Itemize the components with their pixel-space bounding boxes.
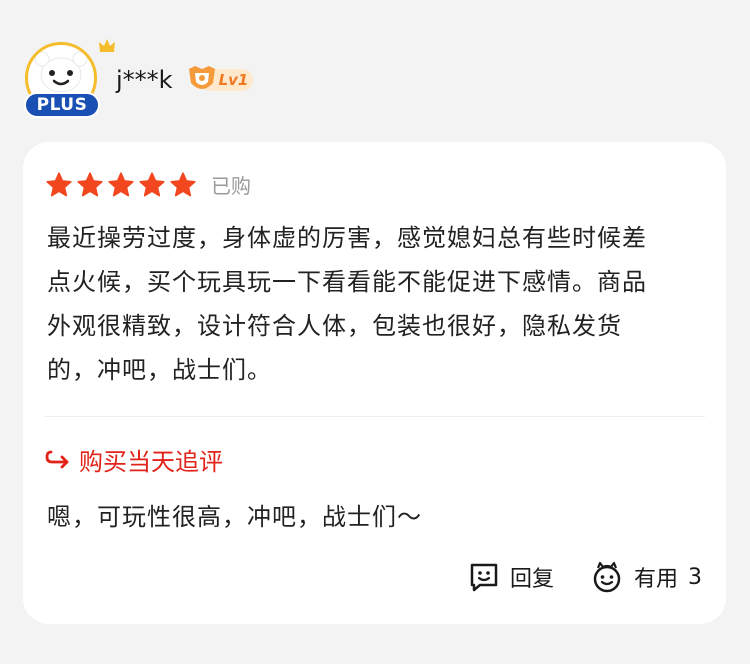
review-line: 外观很精致，设计符合人体，包装也很好，隐私发货 xyxy=(47,312,622,340)
review-line: 最近操劳过度，身体虚的厉害，感觉媳妇总有些时候差 xyxy=(47,224,647,252)
crown-icon xyxy=(99,39,115,52)
star-icon xyxy=(108,171,134,196)
review-line: 点火候，买个玩具玩一下看看能不能促进下感情。商品 xyxy=(47,268,647,296)
level-badge: Lv1 xyxy=(185,63,255,97)
review-page: PLUS j***k Lv1 已购 最近操劳过度，身体虚的厉害，感觉媳妇总有些时… xyxy=(0,0,750,664)
followup-body: 嗯，可玩性很高，冲吧，战士们～ xyxy=(47,503,422,531)
followup-title: 购买当天追评 xyxy=(45,442,223,477)
thumbs-smile-icon xyxy=(593,561,621,593)
review-body: 最近操劳过度，身体虚的厉害，感觉媳妇总有些时候差 点火候，买个玩具玩一下看看能不… xyxy=(47,216,707,392)
useful-label: 有用 xyxy=(633,567,678,592)
username[interactable]: j***k xyxy=(116,66,173,94)
star-icon xyxy=(46,171,72,196)
star-icon xyxy=(170,171,196,196)
avatar[interactable]: PLUS xyxy=(22,39,115,120)
reviewer-header: PLUS j***k Lv1 xyxy=(22,39,255,120)
purchased-label: 已购 xyxy=(211,174,251,198)
followup-title-text: 购买当天追评 xyxy=(79,448,223,476)
review-actions: 回复 有用 3 xyxy=(468,560,702,594)
plus-membership-badge: PLUS xyxy=(24,92,100,118)
star-icon xyxy=(139,171,165,196)
review-line: 的，冲吧，战士们。 xyxy=(47,356,272,384)
useful-button[interactable]: 有用 3 xyxy=(590,560,702,594)
return-arrow-icon xyxy=(45,450,69,468)
star-rating xyxy=(45,171,197,199)
star-icon xyxy=(77,171,103,196)
comment-smile-icon xyxy=(470,563,498,592)
rating-row: 已购 xyxy=(45,170,251,199)
divider xyxy=(45,416,705,417)
reply-button[interactable]: 回复 xyxy=(468,561,554,593)
level-label: Lv1 xyxy=(218,71,249,89)
level-shield-icon xyxy=(188,66,215,89)
review-card: 已购 最近操劳过度，身体虚的厉害，感觉媳妇总有些时候差 点火候，买个玩具玩一下看… xyxy=(23,142,726,624)
reply-label: 回复 xyxy=(509,567,554,592)
useful-count: 3 xyxy=(688,564,702,590)
